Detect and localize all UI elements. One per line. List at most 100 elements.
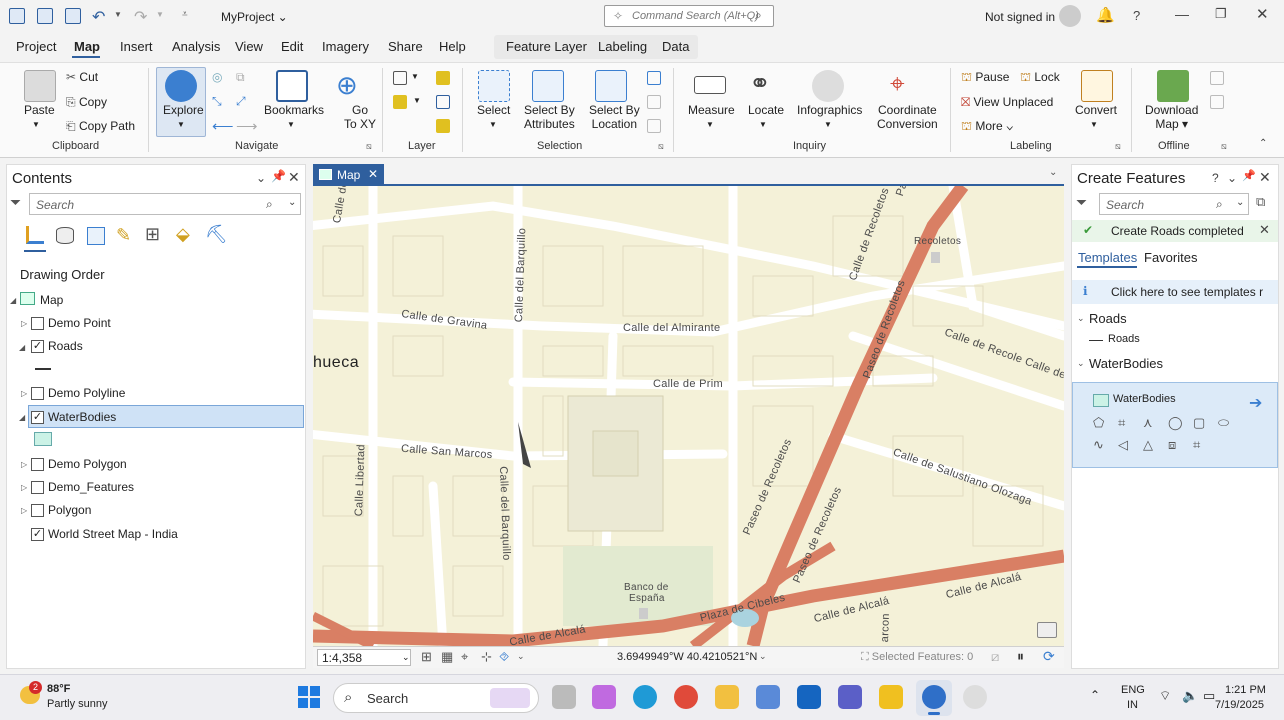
layer-checkbox[interactable]: [31, 481, 44, 494]
list-by-source-icon[interactable]: [56, 227, 74, 244]
expand-layer-icon[interactable]: ▷: [21, 389, 27, 398]
offline-launcher-icon[interactable]: ⧅: [1221, 141, 1227, 152]
tab-view[interactable]: View: [235, 39, 263, 54]
layer-item-world-street-map[interactable]: World Street Map - India: [48, 527, 178, 541]
template-item-roads[interactable]: Roads: [1108, 333, 1140, 345]
locate-dropdown-icon[interactable]: ▼: [759, 118, 767, 132]
restore-icon[interactable]: ❐: [1215, 6, 1227, 22]
map-tree-item[interactable]: Map: [40, 293, 63, 307]
power-bi-icon[interactable]: [879, 685, 903, 709]
weather-description[interactable]: Partly sunny: [47, 698, 108, 710]
grid-icon[interactable]: ▦: [441, 649, 453, 665]
add-data-dropdown-icon[interactable]: ▼: [413, 96, 421, 105]
collapse-ribbon-icon[interactable]: ⌃: [1259, 138, 1267, 149]
paste-button[interactable]: Paste: [24, 103, 55, 117]
add-data-icon[interactable]: [393, 95, 407, 109]
bookmarks-button[interactable]: Bookmarks: [264, 103, 324, 117]
expand-layer-icon[interactable]: ▷: [21, 506, 27, 515]
selection-launcher-icon[interactable]: ⧅: [658, 141, 664, 152]
tab-favorites[interactable]: Favorites: [1144, 250, 1197, 265]
pin-icon[interactable]: 📌: [1242, 169, 1256, 182]
command-search-input[interactable]: ✧ Command Search (Alt+Q) ⌕: [604, 5, 774, 27]
tab-edit[interactable]: Edit: [281, 39, 303, 54]
layer-item-roads[interactable]: Roads: [48, 339, 83, 353]
help-icon[interactable]: ?: [1212, 171, 1219, 185]
tab-imagery[interactable]: Imagery: [322, 39, 369, 54]
collapse-group-icon[interactable]: ⌄: [1077, 358, 1085, 369]
right-angle-tool-icon[interactable]: ⋏: [1143, 415, 1153, 431]
expand-layer-icon[interactable]: ▷: [21, 319, 27, 328]
notifications-icon[interactable]: 🔔: [1096, 6, 1115, 24]
snapping-icon[interactable]: ⌖: [461, 649, 468, 665]
template-group-waterbodies[interactable]: WaterBodies: [1089, 356, 1163, 371]
split-tool-icon[interactable]: ⧈: [1168, 437, 1176, 453]
layer-item-demo-polyline[interactable]: Demo Polyline: [48, 386, 125, 400]
tab-project[interactable]: Project: [16, 39, 56, 54]
close-window-icon[interactable]: ✕: [1256, 5, 1269, 23]
attributes-icon[interactable]: [647, 71, 661, 85]
rectangle-tool-icon[interactable]: ⌗: [1118, 415, 1125, 431]
tab-data[interactable]: Data: [662, 39, 689, 54]
task-view-icon[interactable]: [552, 685, 576, 709]
outlook-icon[interactable]: [797, 685, 821, 709]
freehand-tool-icon[interactable]: ∿: [1093, 437, 1104, 453]
undo-dropdown-icon[interactable]: ▼: [114, 10, 122, 19]
show-hidden-icons-icon[interactable]: ⌃: [1090, 688, 1100, 702]
collapse-group-icon[interactable]: ⌄: [1077, 313, 1085, 324]
list-by-editing-icon[interactable]: ✎: [116, 225, 131, 246]
layer-item-waterbodies[interactable]: WaterBodies: [48, 410, 116, 424]
copilot-icon[interactable]: [592, 685, 616, 709]
navigation-mode-icon[interactable]: ⯑: [499, 649, 509, 665]
switch-selection-icon[interactable]: [647, 95, 661, 109]
pane-options-icon[interactable]: ⌄: [1227, 171, 1237, 185]
filter-icon[interactable]: ⏷: [10, 194, 21, 211]
layer-item-demo-point[interactable]: Demo Point: [48, 316, 111, 330]
roads-symbol[interactable]: [35, 368, 51, 370]
contents-search-input[interactable]: Search ⌕ ⌄: [29, 193, 301, 215]
layer-item-polygon[interactable]: Polygon: [48, 503, 91, 517]
store-icon[interactable]: [756, 685, 780, 709]
expand-layer-icon[interactable]: ▷: [21, 460, 27, 469]
basemap-dropdown-icon[interactable]: ▼: [411, 72, 419, 81]
infographics-button[interactable]: Infographics: [797, 103, 862, 117]
select-button[interactable]: Select: [477, 103, 510, 117]
clock-time[interactable]: 1:21 PM: [1225, 684, 1266, 696]
collapse-layer-icon[interactable]: ◢: [19, 413, 25, 422]
tab-map[interactable]: Map: [74, 39, 100, 54]
refresh-icon[interactable]: ⟳: [1043, 648, 1055, 665]
tab-insert[interactable]: Insert: [120, 39, 153, 54]
pause-labeling-button[interactable]: ⛫ Pause: [961, 70, 1009, 86]
select-dropdown-icon[interactable]: ▼: [489, 118, 497, 132]
taskbar-search[interactable]: ⌕ Search: [333, 683, 539, 713]
list-by-selection-icon[interactable]: [87, 227, 105, 245]
map-view[interactable]: Calle de San Grego Calle del Barquillo C…: [313, 186, 1064, 646]
redo-icon[interactable]: ↷: [134, 7, 147, 27]
autocomplete-tool-icon[interactable]: ◁: [1118, 437, 1128, 453]
collapse-layer-icon[interactable]: ◢: [19, 343, 25, 352]
layer-checkbox[interactable]: ✓: [31, 340, 44, 353]
selected-features-count[interactable]: ⛶ Selected Features: 0: [861, 651, 973, 664]
clock-date[interactable]: 7/19/2025: [1215, 699, 1264, 711]
full-extent-icon[interactable]: ◎: [212, 70, 222, 84]
edge-icon[interactable]: [633, 685, 657, 709]
layer-item-demo-features[interactable]: Demo_Features: [48, 480, 134, 494]
tab-share[interactable]: Share: [388, 39, 423, 54]
layer-checkbox[interactable]: [31, 504, 44, 517]
refresh-cache-icon[interactable]: ⧄: [991, 649, 999, 665]
arcgis-pro-icon[interactable]: [922, 685, 946, 709]
close-create-features-icon[interactable]: ✕: [1259, 169, 1271, 186]
sign-in-status[interactable]: Not signed in: [985, 10, 1055, 24]
measure-button[interactable]: Measure: [688, 103, 735, 117]
info-bar[interactable]: ℹ Click here to see templates r: [1072, 280, 1278, 304]
previous-extent-icon[interactable]: ⟵: [212, 117, 234, 135]
windows-start-icon[interactable]: [298, 686, 320, 708]
basemap-icon[interactable]: [393, 71, 407, 85]
create-features-search-input[interactable]: Search ⌕ ⌄: [1099, 193, 1249, 215]
labeling-launcher-icon[interactable]: ⧅: [1115, 141, 1121, 152]
zoom-out-icon[interactable]: ⤢: [236, 94, 246, 109]
bookmarks-dropdown-icon[interactable]: ▼: [287, 118, 295, 132]
filter-icon[interactable]: ⏷: [1076, 194, 1087, 211]
chrome-icon[interactable]: [674, 685, 698, 709]
view-unplaced-button[interactable]: ⛝ View Unplaced: [961, 95, 1053, 110]
circle-tool-icon[interactable]: ◯: [1168, 415, 1183, 431]
